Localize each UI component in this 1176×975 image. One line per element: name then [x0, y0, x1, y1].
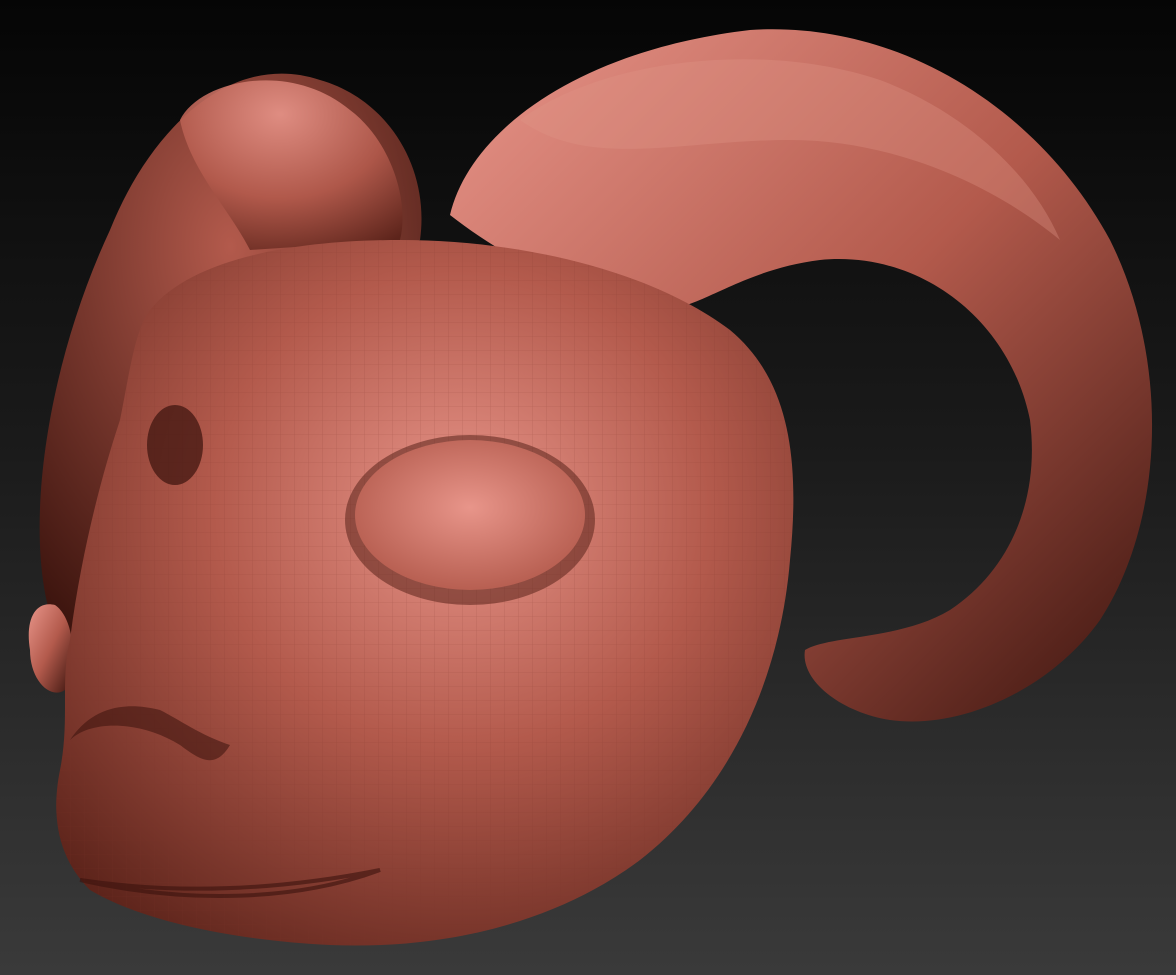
3d-viewport[interactable] [0, 0, 1176, 975]
ram-head-sculpt[interactable] [0, 0, 1176, 975]
left-eye-socket [147, 405, 203, 485]
right-eye [345, 435, 595, 605]
